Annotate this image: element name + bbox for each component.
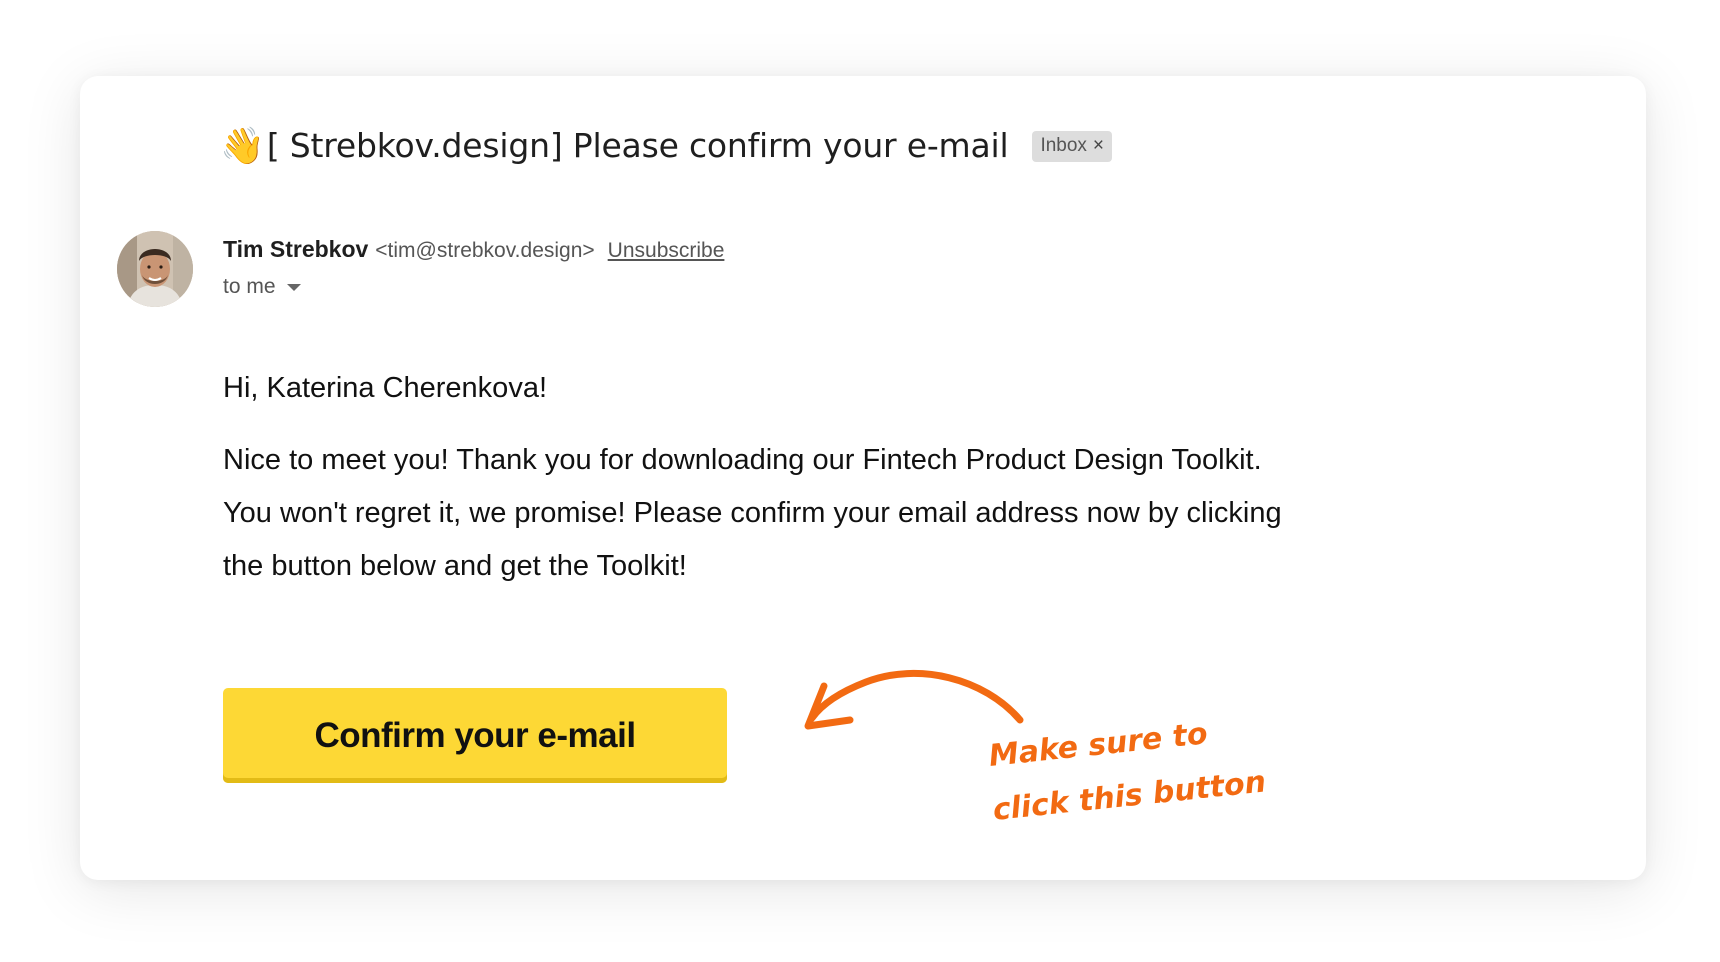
email-body: Nice to meet you! Thank you for download… [223,434,1483,593]
inbox-label-chip[interactable]: Inbox × [1032,131,1113,162]
page: 👋 [ Strebkov.design] Please confirm your… [0,0,1720,962]
sender-line: Tim Strebkov <tim@strebkov.design> Unsub… [223,236,724,263]
inbox-label-text: Inbox [1040,135,1087,156]
sender-name[interactable]: Tim Strebkov [223,236,368,263]
recipient-label: to me [223,275,276,298]
email-subject: [ Strebkov.design] Please confirm your e… [266,126,1009,165]
avatar-image [117,231,193,307]
body-line: the button below and get the Toolkit! [223,550,687,582]
caret-down-icon[interactable] [286,283,301,291]
waving-hand-icon: 👋 [220,124,265,166]
sender-avatar[interactable] [117,231,193,307]
annotation-line-2: click this button [991,764,1267,827]
confirm-email-button[interactable]: Confirm your e-mail [223,688,727,783]
body-line: Nice to meet you! Thank you for download… [223,444,1262,476]
annotation-line-1: Make sure to [990,716,1209,774]
close-icon[interactable]: × [1093,135,1104,157]
handwritten-annotation: Make sure to click this button [990,716,1268,828]
body-line: You won't regret it, we promise! Please … [223,497,1282,529]
email-card: 👋 [ Strebkov.design] Please confirm your… [80,76,1646,880]
sender-email: <tim@strebkov.design> [375,239,595,262]
subject-row: 👋 [ Strebkov.design] Please confirm your… [220,124,1113,166]
recipient-line[interactable]: to me [223,275,724,299]
unsubscribe-link[interactable]: Unsubscribe [608,239,725,263]
email-greeting: Hi, Katerina Cherenkova! [223,372,547,404]
sender-block: Tim Strebkov <tim@strebkov.design> Unsub… [223,236,724,299]
